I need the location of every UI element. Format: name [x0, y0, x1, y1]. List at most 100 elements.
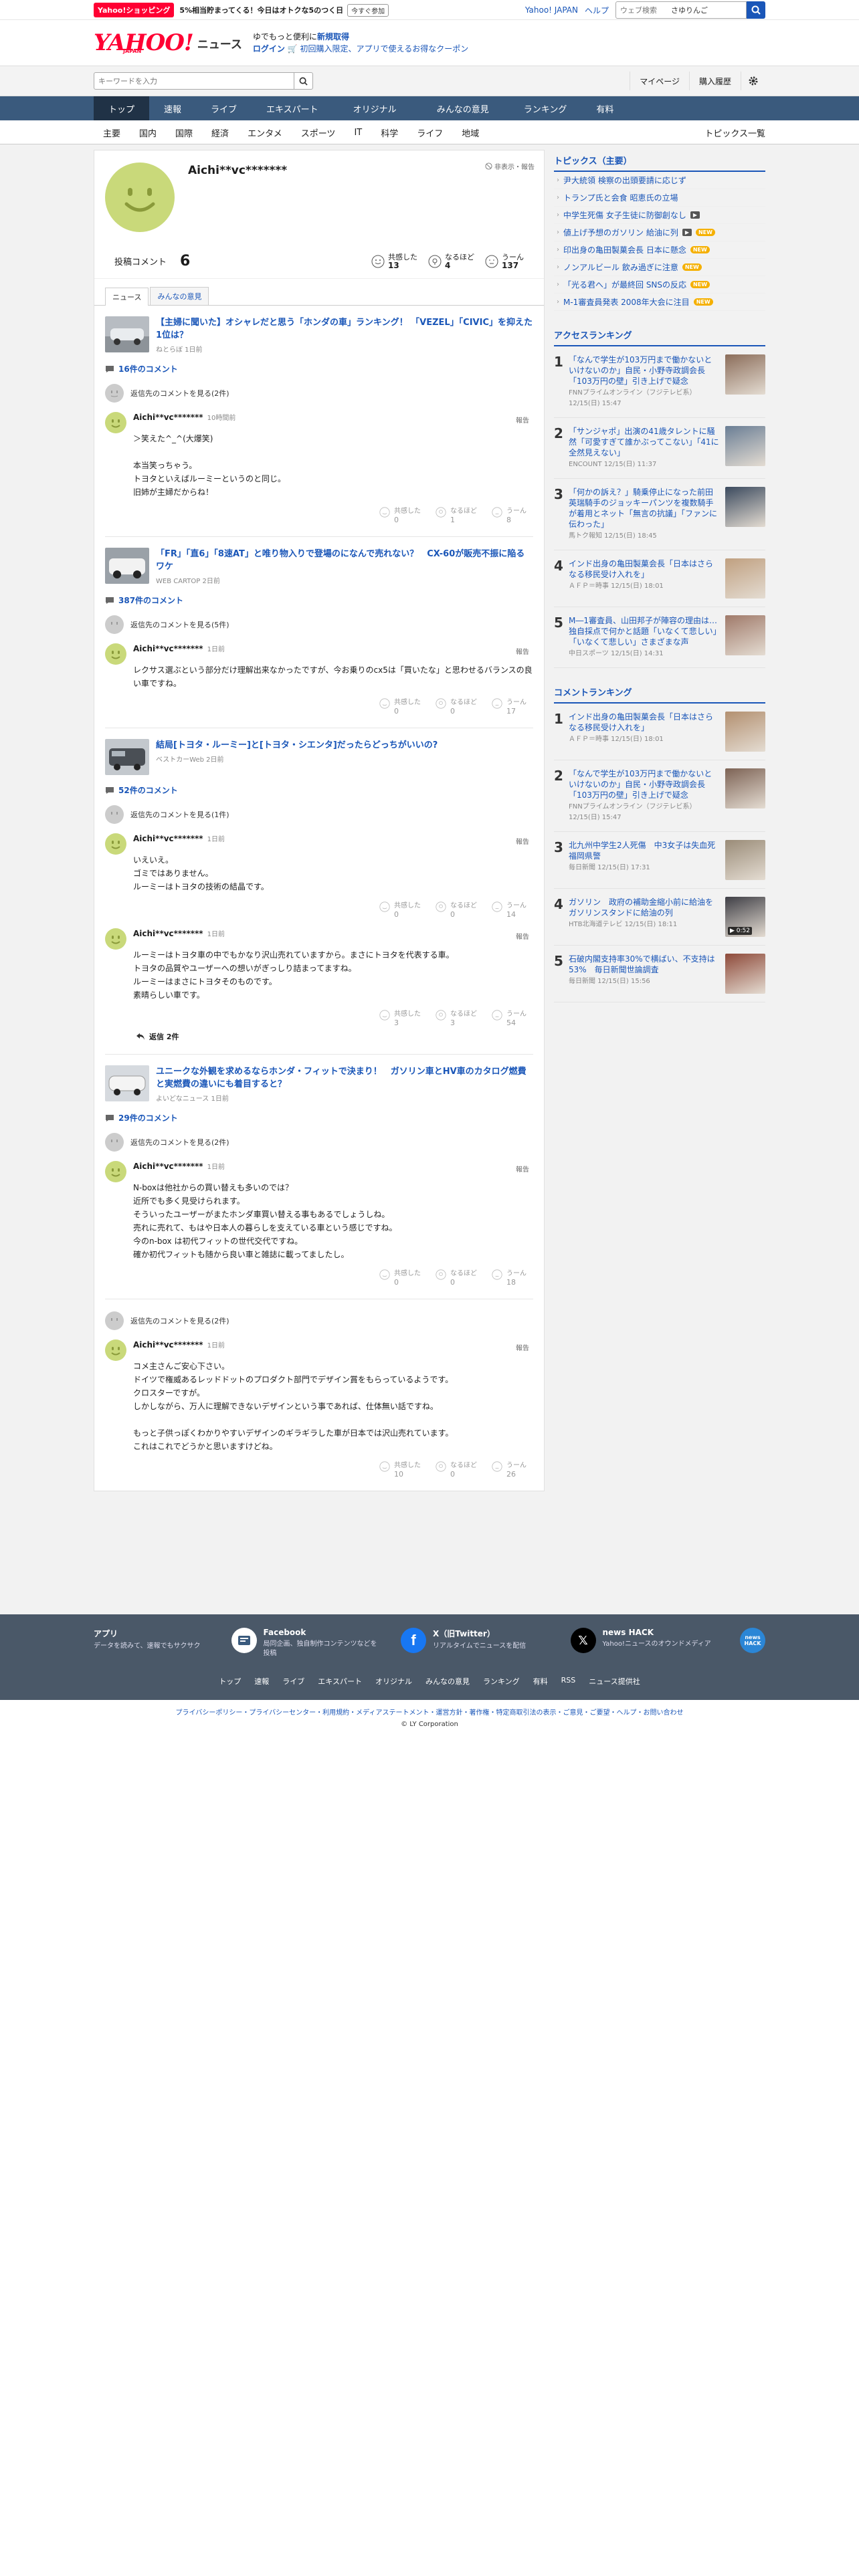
cat-region[interactable]: 地域: [452, 126, 488, 139]
ranking-item[interactable]: 3 北九州中学生2人死傷 中3女子は失血死 福岡県警 毎日新聞 12/15(日) 1…: [554, 832, 765, 889]
web-search-button[interactable]: [747, 1, 765, 19]
ranking-item[interactable]: 2 「なんで学生が103万円まで働かないといけないのか」自民・小野寺政調会長「10…: [554, 760, 765, 832]
ranking-item[interactable]: 5 M―1審査員、山田邦子が陣容の理由は…独自採点で何かと話題「いなくて悲しい」「…: [554, 607, 765, 668]
empathy-button[interactable]: 共感した 3: [379, 1010, 421, 1027]
cat-international[interactable]: 国際: [166, 126, 202, 139]
rank-thumbnail[interactable]: ▶ 0:52: [725, 897, 765, 937]
nav-top[interactable]: トップ: [94, 96, 150, 120]
topic-item[interactable]: › 印出身の亀田製菓会長 日本に懸念 NEW: [554, 241, 765, 259]
footer-link[interactable]: 有料: [533, 1676, 548, 1687]
rank-thumbnail[interactable]: [725, 615, 765, 655]
insight-button[interactable]: なるほど 0: [436, 1269, 477, 1287]
login-link[interactable]: ログイン: [253, 44, 285, 53]
report-link[interactable]: 報告: [516, 836, 529, 846]
article-thumbnail[interactable]: [105, 316, 149, 352]
search-suggest[interactable]: さゆりんご: [671, 5, 708, 15]
cat-science[interactable]: 科学: [371, 126, 407, 139]
footer-app[interactable]: アプリ データを読みて、速報でもサクサク: [94, 1628, 257, 1658]
tab-opinions[interactable]: みんなの意見: [150, 287, 209, 305]
nav-opinions[interactable]: みんなの意見: [417, 96, 509, 120]
rank-thumbnail[interactable]: [725, 354, 765, 395]
insight-button[interactable]: なるほど 0: [436, 698, 477, 716]
comment-user[interactable]: Aichi**vc*******: [133, 644, 203, 653]
mypage-link[interactable]: マイページ: [630, 72, 689, 90]
footer-link[interactable]: オリジナル: [375, 1676, 412, 1687]
topic-item[interactable]: › M-1審査員発表 2008年大会に注目 NEW: [554, 294, 765, 311]
empathy-button[interactable]: 共感した 10: [379, 1461, 421, 1479]
parent-comment-link[interactable]: 返信先のコメントを見る(1件): [105, 805, 533, 824]
footer-link[interactable]: みんなの意見: [425, 1676, 470, 1687]
ranking-item[interactable]: 2 「サンジャポ」出演の41歳タレントに騒然「可愛すぎて誰かぶってこない」「41に…: [554, 418, 765, 479]
rank-title[interactable]: 北九州中学生2人死傷 中3女子は失血死 福岡県警: [569, 840, 723, 861]
keyword-search-button[interactable]: [294, 72, 313, 90]
article-thumbnail[interactable]: [105, 1065, 149, 1101]
article-title[interactable]: ユニークな外観を求めるならホンダ・フィットで決まり！ ガソリン車とHV車のカタロ…: [156, 1067, 527, 1089]
topic-item[interactable]: › 尹大統領 検察の出頭要請に応じず: [554, 172, 765, 189]
comment-user[interactable]: Aichi**vc*******: [133, 1340, 203, 1350]
insight-button[interactable]: なるほど 3: [436, 1010, 477, 1027]
insight-button[interactable]: なるほど 0: [436, 901, 477, 919]
ranking-item[interactable]: 3 「何かの訴え？」騎乗停止になった前田英瑞騎手のジョッキーパンツを複数騎手が着用…: [554, 479, 765, 550]
parent-comment-link[interactable]: 返信先のコメントを見る(2件): [105, 1311, 533, 1330]
parent-comment-link[interactable]: 返信先のコメントを見る(2件): [105, 384, 533, 403]
rank-title[interactable]: 「なんで学生が103万円まで働かないといけないのか」自民・小野寺政調会長「103…: [569, 354, 720, 387]
article-thumbnail[interactable]: [105, 739, 149, 775]
yahoo-news-logo[interactable]: YAHOO! JAPAN ニュース: [94, 31, 242, 54]
article-title[interactable]: 【主婦に聞いた】オシャレだと思う「ホンダの車」ランキング！ 「VEZEL」「CI…: [156, 318, 533, 340]
yahoo-japan-link[interactable]: Yahoo! JAPAN: [525, 5, 578, 15]
footer-facebook[interactable]: Facebook 局同企画、独自制作コンテンツなどを投稿 f: [264, 1628, 426, 1658]
ranking-item[interactable]: 4 インド出身の亀田製菓会長「日本はさらなる移民受け入れを」 ＡＦＰ＝時事 12/1…: [554, 550, 765, 607]
rank-thumbnail[interactable]: [725, 954, 765, 994]
ranking-item[interactable]: 5 石破内閣支持率30%で横ばい、不支持は53% 毎日新聞世論調査 毎日新聞 12/…: [554, 946, 765, 1002]
parent-comment-link[interactable]: 返信先のコメントを見る(5件): [105, 615, 533, 634]
comment-user[interactable]: Aichi**vc*******: [133, 834, 203, 843]
empathy-button[interactable]: 共感した 0: [379, 698, 421, 716]
rank-title[interactable]: M―1審査員、山田邦子が陣容の理由は…独自採点で何かと話題「いなくて悲しい」「い…: [569, 615, 720, 647]
rank-thumbnail[interactable]: [725, 426, 765, 466]
rank-title[interactable]: 「なんで学生が103万円まで働かないといけないのか」自民・小野寺政調会長「103…: [569, 768, 720, 800]
cat-entertainment[interactable]: エンタメ: [238, 126, 292, 139]
signup-link[interactable]: 新規取得: [317, 32, 349, 41]
footer-x[interactable]: X（旧Twitter） リアルタイムでニュースを配信 𝕏: [433, 1628, 596, 1658]
nav-breaking[interactable]: 速報: [149, 96, 196, 120]
legal-links[interactable]: プライバシーポリシー・プライバシーセンター・利用規約・メディアステートメント・運…: [0, 1707, 859, 1717]
topic-item[interactable]: › トランプ氏と会食 昭恵氏の立場: [554, 189, 765, 207]
rank-title[interactable]: ガソリン 政府の補助金縮小前に給油を ガソリンスタンドに給油の列: [569, 897, 721, 918]
hide-report-link[interactable]: 非表示・報告: [485, 161, 535, 171]
comment-count-link[interactable]: 387件のコメント: [105, 595, 533, 606]
report-link[interactable]: 報告: [516, 931, 529, 941]
nav-live[interactable]: ライブ: [196, 96, 252, 120]
report-link[interactable]: 報告: [516, 1164, 529, 1174]
cat-it[interactable]: IT: [345, 128, 371, 138]
hmm-button[interactable]: うーん 14: [492, 901, 527, 919]
comment-user[interactable]: Aichi**vc*******: [133, 929, 203, 938]
footer-link[interactable]: ニュース提供社: [589, 1676, 640, 1687]
comment-count-link[interactable]: 16件のコメント: [105, 363, 533, 374]
comment-user[interactable]: Aichi**vc*******: [133, 1162, 203, 1171]
report-link[interactable]: 報告: [516, 1342, 529, 1352]
rank-thumbnail[interactable]: [725, 840, 765, 880]
coupon-link[interactable]: 初回購入限定、アプリで使えるお得なクーポン: [300, 44, 469, 53]
article-title[interactable]: 「FR」「直6」「8速AT」と唯り物入りで登場のになんで売れない？ CX-60が…: [156, 549, 524, 572]
nav-paid[interactable]: 有料: [581, 96, 628, 120]
topics-list-link[interactable]: トピックス一覧: [704, 126, 765, 139]
ranking-item[interactable]: 1 「なんで学生が103万円まで働かないといけないのか」自民・小野寺政調会長「10…: [554, 346, 765, 418]
rank-title[interactable]: 「サンジャポ」出演の41歳タレントに騒然「可愛すぎて誰かぶってこない」「41に全…: [569, 426, 720, 458]
comment-count-link[interactable]: 52件のコメント: [105, 784, 533, 796]
cat-main[interactable]: 主要: [94, 126, 130, 139]
topic-item[interactable]: › ノンアルビール 飲み過ぎに注意 NEW: [554, 259, 765, 276]
rank-title[interactable]: 「何かの訴え？」騎乗停止になった前田英瑞騎手のジョッキーパンツを複数騎手が着用と…: [569, 487, 720, 530]
footer-link[interactable]: エキスパート: [318, 1676, 362, 1687]
parent-comment-link[interactable]: 返信先のコメントを見る(2件): [105, 1133, 533, 1152]
empathy-button[interactable]: 共感した 0: [379, 1269, 421, 1287]
footer-link[interactable]: トップ: [219, 1676, 241, 1687]
article-thumbnail[interactable]: [105, 548, 149, 584]
nav-ranking[interactable]: ランキング: [509, 96, 582, 120]
rank-thumbnail[interactable]: [725, 712, 765, 752]
rank-title[interactable]: インド出身の亀田製菓会長「日本はさらなる移民受け入れを」: [569, 712, 720, 733]
rank-thumbnail[interactable]: [725, 768, 765, 809]
rank-title[interactable]: 石破内閣支持率30%で横ばい、不支持は53% 毎日新聞世論調査: [569, 954, 720, 975]
footer-link[interactable]: ランキング: [483, 1676, 520, 1687]
footer-link[interactable]: 速報: [254, 1676, 269, 1687]
rank-thumbnail[interactable]: [725, 487, 765, 527]
